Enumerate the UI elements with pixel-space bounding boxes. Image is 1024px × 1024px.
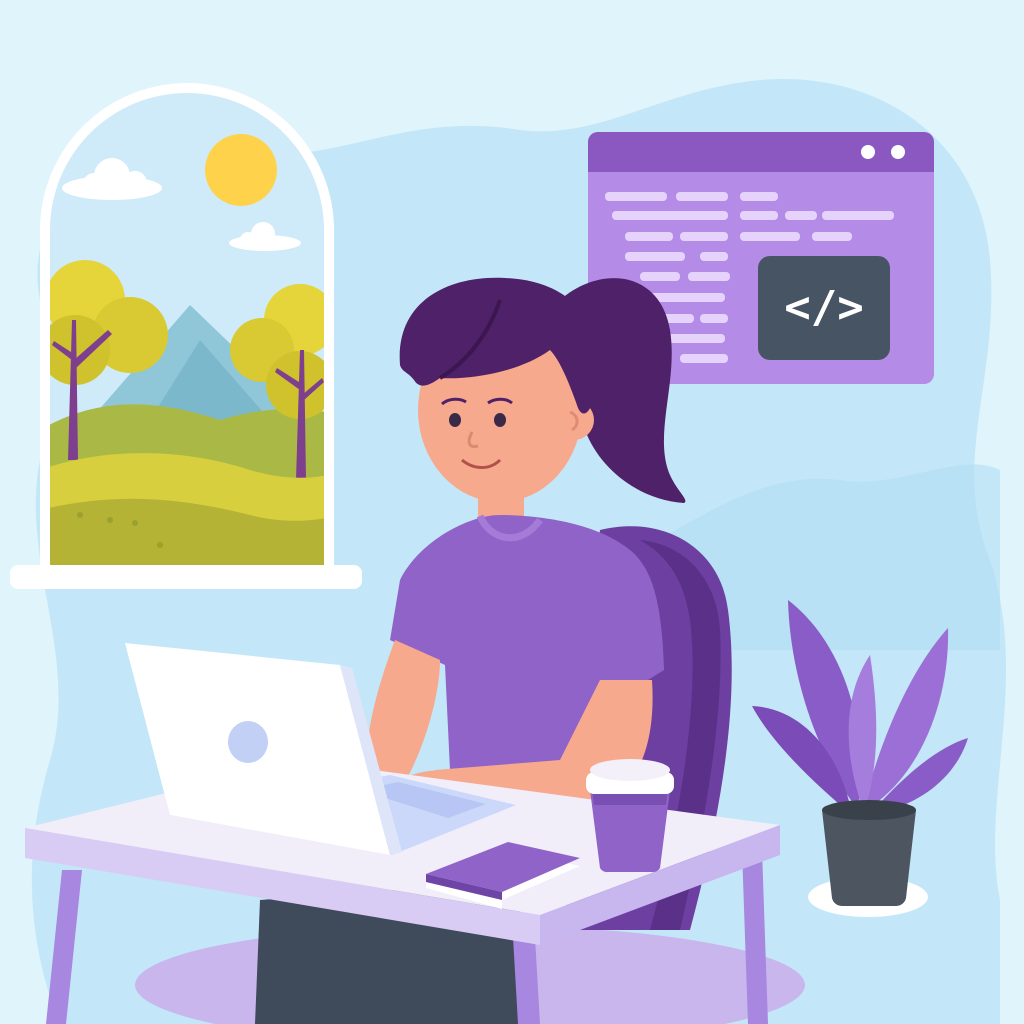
eye-right bbox=[494, 413, 506, 427]
code-window-titlebar bbox=[588, 132, 934, 172]
sun-icon bbox=[205, 134, 277, 206]
illustration: </> bbox=[0, 0, 1024, 1024]
plant-pot-rim bbox=[822, 800, 916, 820]
window-dot-icon bbox=[861, 145, 875, 159]
code-icon: </> bbox=[784, 282, 863, 333]
coffee-cup bbox=[586, 759, 674, 873]
cup-lid-top bbox=[590, 759, 670, 781]
laptop-logo-icon bbox=[228, 721, 268, 763]
window bbox=[10, 83, 362, 589]
window-dot-icon bbox=[891, 145, 905, 159]
window-sill bbox=[10, 565, 362, 589]
eye-left bbox=[449, 413, 461, 427]
plant-pot bbox=[822, 810, 916, 907]
